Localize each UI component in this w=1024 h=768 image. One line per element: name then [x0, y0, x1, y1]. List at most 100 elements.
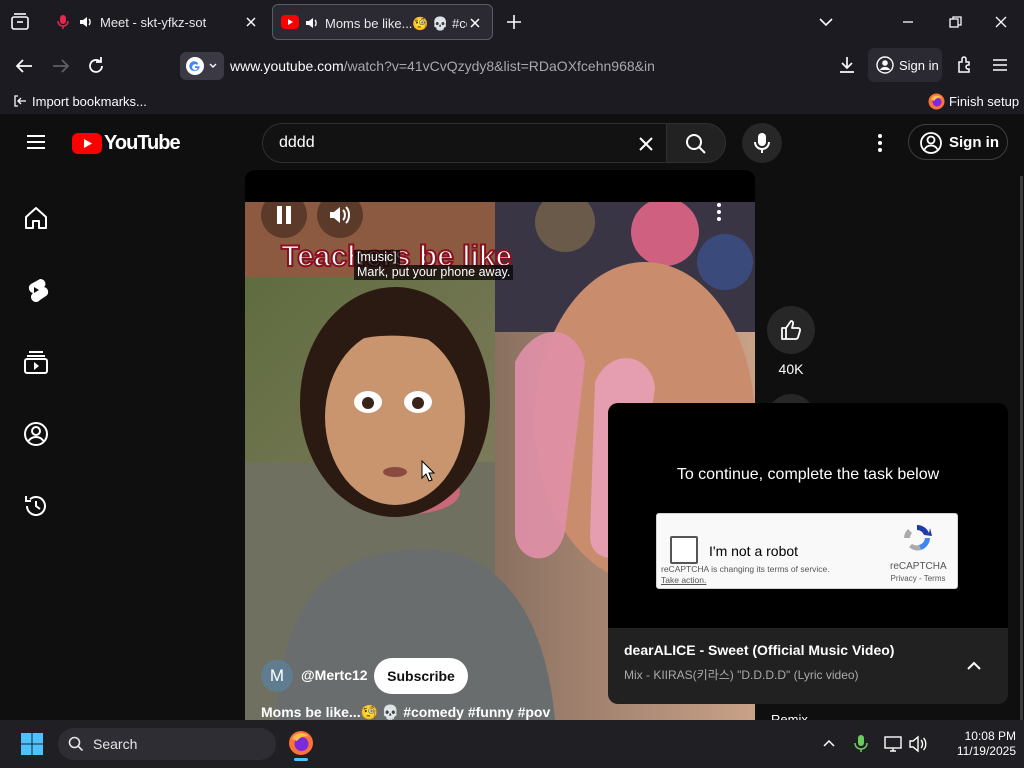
- show-hidden-icons-icon[interactable]: [820, 735, 838, 753]
- menu-icon[interactable]: [989, 54, 1011, 76]
- search-input[interactable]: dddd: [262, 123, 668, 163]
- recaptcha-notice: reCAPTCHA is changing its terms of servi…: [661, 564, 830, 574]
- finish-setup-button[interactable]: Finish setup: [928, 92, 1019, 110]
- recaptcha-logo-icon: [901, 522, 933, 554]
- video-caption: [music] Mark, put your phone away.: [354, 250, 514, 280]
- speaker-icon[interactable]: [304, 15, 320, 31]
- reload-icon[interactable]: [84, 54, 108, 78]
- account-sign-in-button[interactable]: Sign in: [868, 48, 942, 82]
- volume-icon[interactable]: [908, 734, 928, 754]
- recaptcha-checkbox[interactable]: [670, 536, 698, 564]
- windows-start-icon[interactable]: [20, 732, 44, 756]
- captcha-dialog: To continue, complete the task below I'm…: [608, 403, 1008, 628]
- youtube-logo[interactable]: YouTube: [72, 130, 181, 156]
- search-query: dddd: [279, 134, 315, 151]
- url-text: www.youtube.com/watch?v=41vCvQzydy8&list…: [230, 58, 655, 74]
- clock-date: 11/19/2025: [956, 744, 1016, 758]
- clear-search-icon[interactable]: [635, 133, 657, 155]
- legal-separator: -: [916, 574, 924, 583]
- subscriptions-icon[interactable]: [22, 348, 50, 376]
- extensions-icon[interactable]: [954, 54, 976, 76]
- subscribe-button[interactable]: Subscribe: [374, 658, 468, 694]
- finish-setup-label: Finish setup: [949, 93, 1020, 109]
- chevron-up-icon[interactable]: [962, 656, 986, 676]
- page-scrollbar[interactable]: [1020, 176, 1023, 720]
- speaker-icon[interactable]: [78, 14, 94, 30]
- channel-avatar[interactable]: M: [261, 660, 293, 692]
- volume-icon: [328, 204, 352, 226]
- url-domain: www.youtube.com: [230, 58, 344, 74]
- like-button[interactable]: [767, 306, 815, 354]
- history-icon[interactable]: [22, 492, 50, 520]
- mix-playlist-panel[interactable]: dearALICE - Sweet (Official Music Video)…: [608, 628, 1008, 704]
- firefox-taskbar-button[interactable]: [286, 726, 316, 762]
- recaptcha-brand: reCAPTCHA: [890, 561, 947, 572]
- taskbar-clock[interactable]: 10:08 PM 11/19/2025: [936, 729, 1016, 759]
- import-bookmarks-label: Import bookmarks...: [32, 93, 147, 109]
- back-icon[interactable]: [12, 54, 36, 78]
- tab-title: Moms be like...🧐 💀 #com: [325, 16, 467, 31]
- microphone-icon: [751, 131, 773, 155]
- youtube-logo-text: YouTube: [104, 131, 181, 154]
- more-options-icon[interactable]: [868, 131, 892, 155]
- tab-list-icon[interactable]: [8, 10, 32, 34]
- thumbs-up-icon: [779, 318, 803, 342]
- captcha-heading: To continue, complete the task below: [676, 466, 940, 483]
- search-engine-button[interactable]: [180, 52, 224, 80]
- forward-icon[interactable]: [49, 54, 73, 78]
- video-title: Moms be like...🧐 💀 #comedy #funny #pov: [261, 704, 551, 720]
- account-icon: [919, 131, 943, 155]
- google-icon: [185, 56, 205, 76]
- you-icon[interactable]: [22, 420, 50, 448]
- downloads-icon[interactable]: [836, 54, 858, 76]
- firefox-icon: [928, 93, 945, 110]
- voice-search-button[interactable]: [742, 123, 782, 163]
- guide-menu-icon[interactable]: [24, 130, 48, 154]
- youtube-favicon-icon: [281, 15, 299, 29]
- search-icon: [68, 736, 84, 752]
- windows-taskbar: Search 10:08 PM 11/19/2025: [0, 720, 1024, 768]
- sign-in-label: Sign in: [899, 58, 939, 73]
- tab-title: Meet - skt-yfkz-sot: [100, 15, 207, 30]
- youtube-logo-icon: [72, 132, 102, 154]
- more-options-icon[interactable]: [707, 200, 731, 224]
- tab-meet[interactable]: Meet - skt-yfkz-sot: [46, 4, 268, 40]
- shorts-icon[interactable]: [22, 276, 50, 304]
- new-tab-icon[interactable]: [504, 12, 524, 32]
- volume-button[interactable]: [317, 192, 363, 238]
- url-bar[interactable]: www.youtube.com/watch?v=41vCvQzydy8&list…: [178, 50, 830, 82]
- active-app-indicator: [294, 758, 308, 761]
- pause-icon: [275, 205, 293, 225]
- recaptcha-widget: I'm not a robot reCAPTCHA Privacy - Term…: [656, 513, 958, 589]
- caption-line: [music]: [354, 250, 400, 265]
- search-button[interactable]: [666, 123, 726, 163]
- mix-subtitle: Mix - KIIRAS(키라스) "D.D.D.D" (Lyric video…: [624, 668, 859, 682]
- window-close-icon[interactable]: [991, 12, 1011, 32]
- recaptcha-legal-links: Privacy - Terms: [890, 574, 946, 583]
- chevron-down-icon[interactable]: [816, 12, 836, 32]
- firefox-icon: [288, 730, 314, 756]
- privacy-link[interactable]: Privacy: [891, 574, 917, 583]
- taskbar-search-box[interactable]: Search: [58, 728, 276, 760]
- network-icon[interactable]: [883, 734, 903, 754]
- close-icon[interactable]: [242, 13, 260, 31]
- microphone-in-use-icon[interactable]: [853, 734, 869, 754]
- caption-line: Mark, put your phone away.: [354, 265, 514, 280]
- close-icon[interactable]: [466, 14, 484, 32]
- channel-name[interactable]: @Mertc12: [301, 667, 368, 683]
- youtube-sign-in-button[interactable]: Sign in: [908, 124, 1008, 160]
- microphone-recording-icon: [56, 14, 70, 30]
- home-icon[interactable]: [22, 204, 50, 232]
- remix-label: Remix: [771, 712, 808, 720]
- restore-icon[interactable]: [945, 12, 965, 32]
- terms-link[interactable]: Terms: [924, 574, 946, 583]
- pause-button[interactable]: [261, 192, 307, 238]
- take-action-link[interactable]: Take action.: [661, 575, 706, 585]
- import-bookmarks-button[interactable]: Import bookmarks...: [12, 92, 147, 110]
- tab-youtube[interactable]: Moms be like...🧐 💀 #com: [272, 4, 493, 40]
- like-count: 40K: [778, 361, 804, 377]
- navigation-toolbar: www.youtube.com/watch?v=41vCvQzydy8&list…: [0, 44, 1024, 88]
- minimize-icon[interactable]: [898, 12, 918, 32]
- search-icon: [684, 132, 708, 156]
- recaptcha-label: I'm not a robot: [709, 543, 799, 559]
